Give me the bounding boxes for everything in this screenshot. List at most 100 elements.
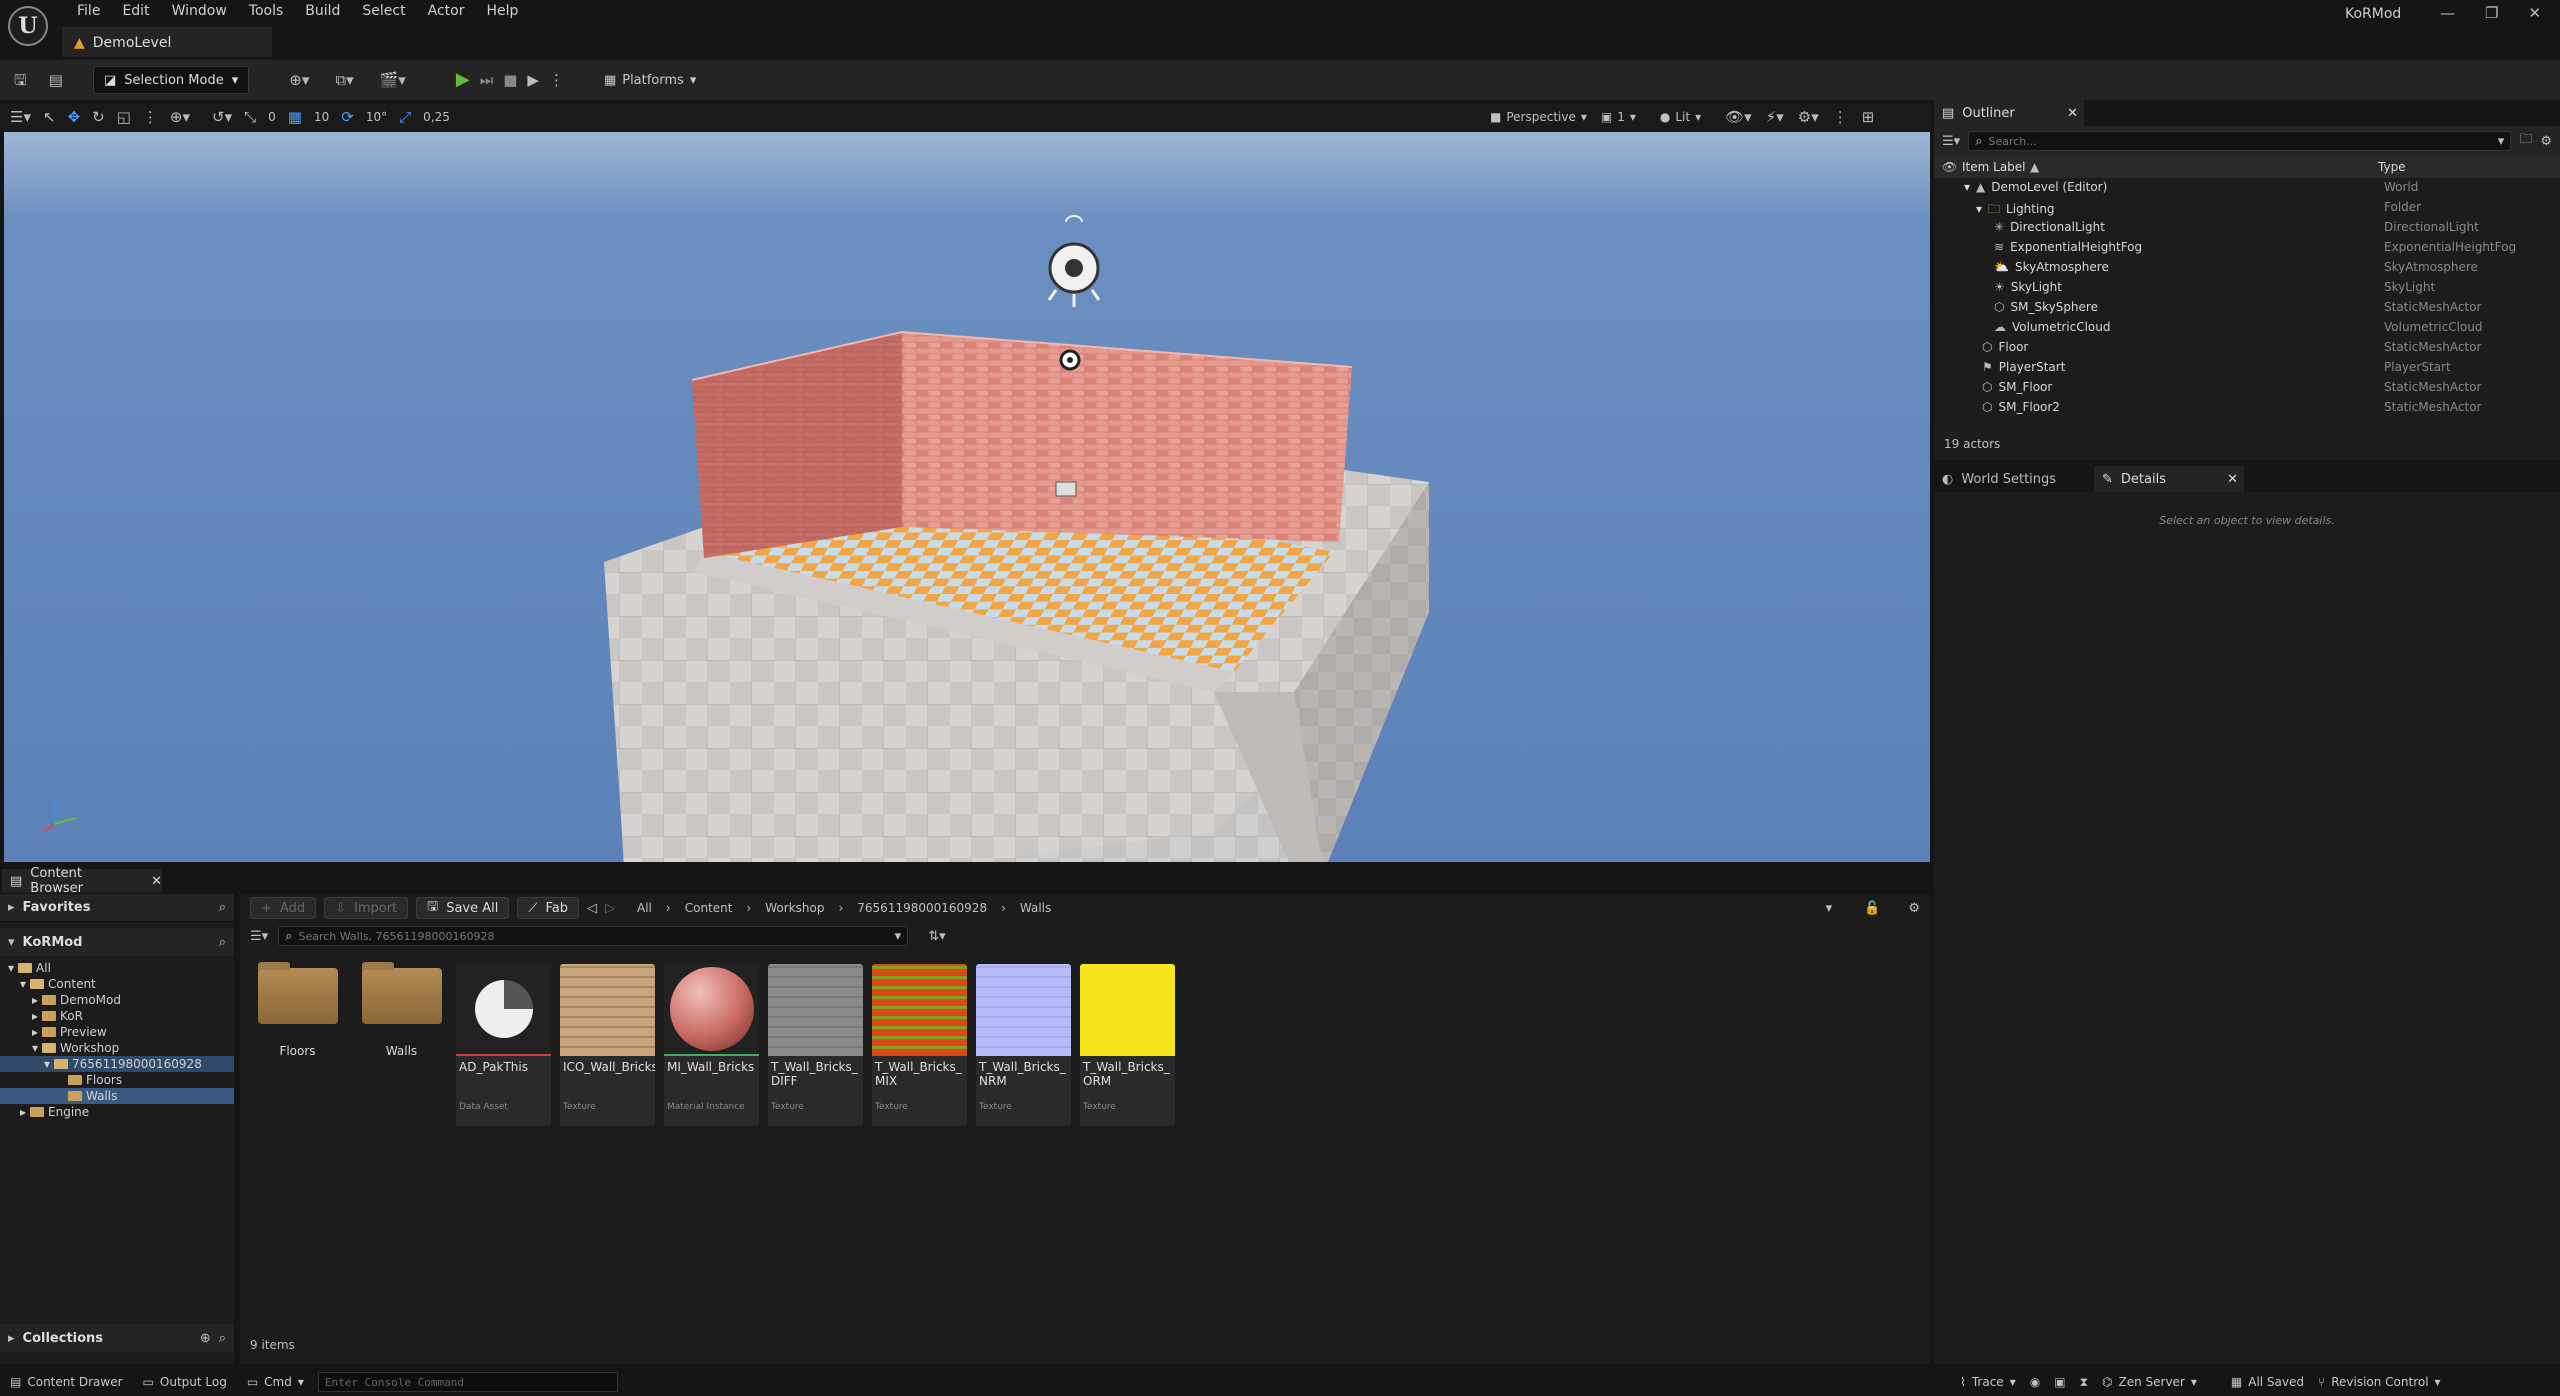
menu-actor[interactable]: Actor bbox=[417, 0, 476, 22]
search-icon[interactable]: ⌕ bbox=[219, 900, 226, 915]
import-button[interactable]: ⇩ Import bbox=[324, 897, 409, 919]
col-item-label[interactable]: Item Label bbox=[1962, 160, 2026, 174]
breadcrumb-content[interactable]: Content bbox=[685, 901, 733, 915]
save-icon[interactable]: 🖫 bbox=[14, 72, 27, 88]
move-tool-icon[interactable]: ✥ bbox=[68, 109, 81, 125]
favorites-header[interactable]: ▸ Favorites ⌕ bbox=[0, 894, 234, 922]
add-folder-icon[interactable]: 🗀 bbox=[2519, 130, 2532, 152]
filter-icon[interactable]: ☰▾ bbox=[1942, 134, 1960, 149]
menu-build[interactable]: Build bbox=[294, 0, 351, 22]
outliner-row[interactable]: ⛅ SkyAtmosphere SkyAtmosphere bbox=[1934, 258, 2560, 278]
chevron-down-icon[interactable]: ▾ bbox=[1976, 202, 1982, 216]
rotation-value[interactable]: 10° bbox=[366, 110, 387, 124]
record-icon[interactable]: ◉ bbox=[2030, 1375, 2040, 1389]
close-icon[interactable]: ✕ bbox=[2528, 4, 2541, 22]
grid-value[interactable]: 10 bbox=[314, 110, 329, 124]
menu-tools[interactable]: Tools bbox=[238, 0, 295, 22]
outliner-row[interactable]: ✳ DirectionalLight DirectionalLight bbox=[1934, 218, 2560, 238]
tree-item-workshop-id[interactable]: ▾ 76561198000160928 bbox=[0, 1056, 234, 1072]
close-icon[interactable]: ✕ bbox=[2067, 106, 2078, 121]
show-icon[interactable]: 👁▾ bbox=[1725, 109, 1752, 125]
rotate-tool-icon[interactable]: ↻ bbox=[92, 109, 105, 125]
more-icon[interactable]: ⋮ bbox=[1833, 109, 1848, 125]
outliner-row[interactable]: ≋ ExponentialHeightFog ExponentialHeightFo… bbox=[1934, 238, 2560, 258]
menu-window[interactable]: Window bbox=[161, 0, 238, 22]
minimize-icon[interactable]: — bbox=[2440, 4, 2455, 22]
outliner-row[interactable]: ▾ 🗀 Lighting Folder bbox=[1934, 198, 2560, 218]
scale-snap-icon[interactable]: ⤢ bbox=[399, 109, 411, 125]
performance-icon[interactable]: ⚡▾ bbox=[1766, 109, 1784, 125]
filter-icon[interactable]: ☰▾ bbox=[250, 929, 268, 944]
menu-help[interactable]: Help bbox=[475, 0, 529, 22]
console-input[interactable]: Enter Console Command bbox=[317, 1372, 618, 1392]
more-options-icon[interactable]: ⋮ bbox=[549, 72, 564, 88]
scale-tool-icon[interactable]: ◱ bbox=[117, 109, 131, 125]
world-settings-tab[interactable]: ◐ World Settings bbox=[1934, 466, 2094, 492]
outliner-search-input[interactable]: ⌕ Search... ▾ bbox=[1968, 131, 2512, 151]
asset-tile-t-wall-bricks-nrm[interactable]: T_Wall_Bricks_ NRM Texture bbox=[976, 964, 1071, 1126]
settings-icon[interactable]: ⚙ bbox=[2540, 134, 2552, 149]
select-tool-icon[interactable]: ↖ bbox=[43, 109, 56, 125]
chevron-down-icon[interactable]: ▾ bbox=[1964, 180, 1970, 194]
selection-mode-dropdown[interactable]: ◪ Selection Mode ▾ bbox=[92, 66, 250, 94]
surface-snap-icon[interactable]: ↺▾ bbox=[212, 109, 232, 125]
menu-file[interactable]: File bbox=[66, 0, 111, 22]
back-icon[interactable]: ◁ bbox=[587, 901, 597, 916]
launch-icon[interactable]: ▶ bbox=[527, 72, 539, 88]
restore-icon[interactable]: ❐ bbox=[2485, 4, 2498, 22]
outliner-row[interactable]: ⬡ Floor StaticMeshActor bbox=[1934, 338, 2560, 358]
add-collection-icon[interactable]: ⊕ bbox=[200, 1331, 211, 1346]
trace-dropdown[interactable]: ⌇ Trace ▾ bbox=[1960, 1375, 2016, 1389]
rotation-snap-icon[interactable]: ⟳ bbox=[341, 109, 354, 125]
asset-tile-ad-pakthis[interactable]: AD_PakThis Data Asset bbox=[456, 964, 551, 1126]
hamburger-icon[interactable]: ☰▾ bbox=[10, 109, 31, 125]
folder-floors[interactable]: Floors bbox=[250, 962, 345, 1058]
tree-item-kor[interactable]: ▸ KoR bbox=[0, 1008, 234, 1024]
tree-item-all[interactable]: ▾ All bbox=[0, 960, 234, 976]
hourglass-icon[interactable]: ⧗ bbox=[2080, 1375, 2088, 1390]
visibility-icon[interactable]: 👁 bbox=[1942, 160, 1957, 174]
browse-icon[interactable]: ▤ bbox=[49, 72, 63, 88]
collections-header[interactable]: ▸ Collections ⊕ ⌕ bbox=[0, 1324, 234, 1352]
folder-walls[interactable]: Walls bbox=[354, 962, 449, 1058]
tree-item-preview[interactable]: ▸ Preview bbox=[0, 1024, 234, 1040]
asset-tile-ico-wall-bricks[interactable]: ICO_Wall_Bricks Texture bbox=[560, 964, 655, 1126]
asset-tile-mi-wall-bricks[interactable]: MI_Wall_Bricks Material Instance bbox=[664, 964, 759, 1126]
settings-icon[interactable]: ⚙ bbox=[1908, 901, 1920, 916]
breadcrumb-id[interactable]: 76561198000160928 bbox=[857, 901, 987, 915]
step-icon[interactable]: ⏭ bbox=[480, 72, 494, 88]
outliner-row[interactable]: ⚑ PlayerStart PlayerStart bbox=[1934, 358, 2560, 378]
unreal-logo-icon[interactable]: U bbox=[8, 6, 48, 46]
settings-icon[interactable]: ⚙▾ bbox=[1798, 109, 1819, 125]
asset-tile-t-wall-bricks-mix[interactable]: T_Wall_Bricks_ MIX Texture bbox=[872, 964, 967, 1126]
asset-search-input[interactable]: ⌕ Search Walls, 76561198000160928 ▾ bbox=[278, 926, 909, 946]
perspective-dropdown[interactable]: ■ Perspective ▾ bbox=[1490, 110, 1587, 124]
search-icon[interactable]: ⌕ bbox=[219, 1331, 226, 1346]
tree-item-content[interactable]: ▾ Content bbox=[0, 976, 234, 992]
tree-item-floors[interactable]: Floors bbox=[0, 1072, 234, 1088]
platforms-button[interactable]: ▦ Platforms ▾ bbox=[604, 73, 696, 88]
save-all-button[interactable]: 🖫 Save All bbox=[416, 897, 510, 919]
outliner-row[interactable]: ☀ SkyLight SkyLight bbox=[1934, 278, 2560, 298]
level-viewport[interactable] bbox=[4, 132, 1930, 862]
level-tab[interactable]: ▲ DemoLevel bbox=[62, 27, 272, 57]
search-icon[interactable]: ⌕ bbox=[219, 935, 226, 950]
cmd-dropdown[interactable]: ▭ Cmd ▾ bbox=[247, 1375, 304, 1389]
asset-tile-t-wall-bricks-diff[interactable]: T_Wall_Bricks_ DIFF Texture bbox=[768, 964, 863, 1126]
more-icon[interactable]: ⋮ bbox=[143, 109, 158, 125]
breadcrumb-all[interactable]: All bbox=[637, 901, 652, 915]
fab-button[interactable]: ⟋ Fab bbox=[517, 897, 580, 919]
lit-dropdown[interactable]: ● Lit ▾ bbox=[1660, 110, 1701, 124]
menu-edit[interactable]: Edit bbox=[111, 0, 160, 22]
add-actor-icon[interactable]: ⊕▾ bbox=[289, 72, 309, 88]
project-header[interactable]: ▾ KoRMod ⌕ bbox=[0, 928, 234, 956]
close-icon[interactable]: ✕ bbox=[2227, 472, 2238, 487]
stop-icon[interactable]: ■ bbox=[503, 72, 517, 88]
col-type[interactable]: Type bbox=[2378, 160, 2406, 174]
close-icon[interactable]: ✕ bbox=[151, 874, 162, 889]
world-space-icon[interactable]: ⊕▾ bbox=[170, 109, 190, 125]
sort-icon[interactable]: ⇅▾ bbox=[928, 929, 945, 944]
outliner-row[interactable]: ⬡ SM_Floor StaticMeshActor bbox=[1934, 378, 2560, 398]
blueprint-icon[interactable]: ⧉▾ bbox=[335, 72, 353, 88]
camera-speed-dropdown[interactable]: ▣ 1 ▾ bbox=[1601, 110, 1636, 124]
